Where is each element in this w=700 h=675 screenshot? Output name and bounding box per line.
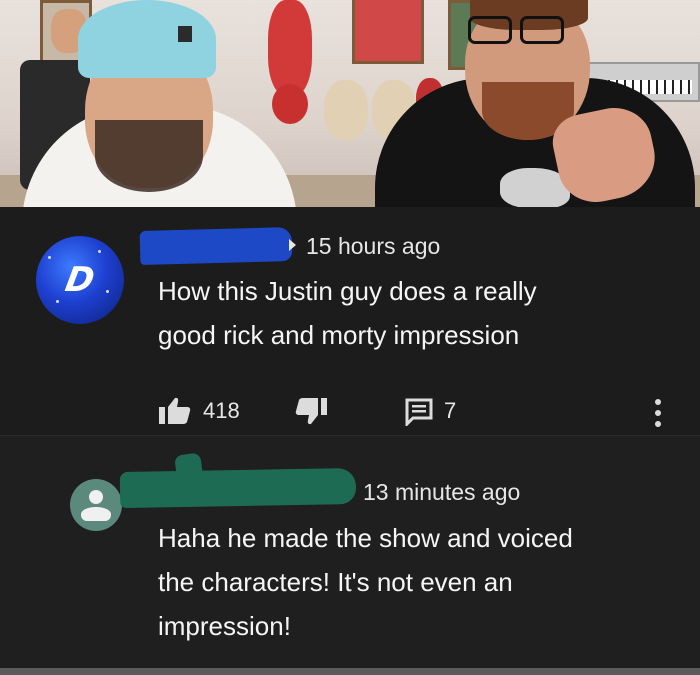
redacted-username <box>139 227 293 265</box>
comment-timestamp[interactable]: 15 hours ago <box>306 233 440 260</box>
comment: D 15 hours ago How this Justin guy does … <box>0 207 700 436</box>
thumbs-down-icon <box>293 396 329 426</box>
more-vert-icon[interactable] <box>650 397 666 429</box>
like-count: 418 <box>203 398 240 423</box>
comment-actions: 418 7 <box>157 393 677 429</box>
default-avatar-icon[interactable] <box>70 479 122 531</box>
comment-text-line: good rick and morty impression <box>158 320 520 350</box>
toy-figure <box>268 0 312 96</box>
dislike-button[interactable] <box>293 393 329 429</box>
beanie-tag <box>178 26 192 42</box>
reply-count: 7 <box>444 398 457 423</box>
thumbs-up-icon <box>157 396 193 426</box>
comment-text: Haha he made the show and voiced the cha… <box>158 516 678 648</box>
wall-poster <box>352 0 424 64</box>
video-thumbnail[interactable] <box>0 0 700 207</box>
arrow-icon <box>289 239 296 251</box>
glasses <box>468 16 564 44</box>
comment-text: How this Justin guy does a really good r… <box>158 269 658 357</box>
bottom-border <box>0 668 700 675</box>
comment-timestamp[interactable]: 13 minutes ago <box>363 479 520 506</box>
like-button[interactable]: 418 <box>157 393 240 429</box>
comment-text-line: How this Justin guy does a really <box>158 276 537 306</box>
comment-text-line: impression! <box>158 611 291 641</box>
toy-figure <box>272 84 308 124</box>
person-left-beard <box>95 120 203 192</box>
redacted-username <box>119 467 357 509</box>
hat <box>324 80 368 140</box>
avatar[interactable]: D <box>36 236 124 324</box>
comment-text-line: Haha he made the show and voiced <box>158 523 573 553</box>
comment: 13 minutes ago Haha he made the show and… <box>0 436 700 668</box>
comment-icon <box>404 396 434 426</box>
beanie <box>78 0 216 78</box>
reply-button[interactable]: 7 <box>404 393 456 429</box>
comment-text-line: the characters! It's not even an <box>158 567 513 597</box>
channel-logo: D <box>62 260 98 300</box>
